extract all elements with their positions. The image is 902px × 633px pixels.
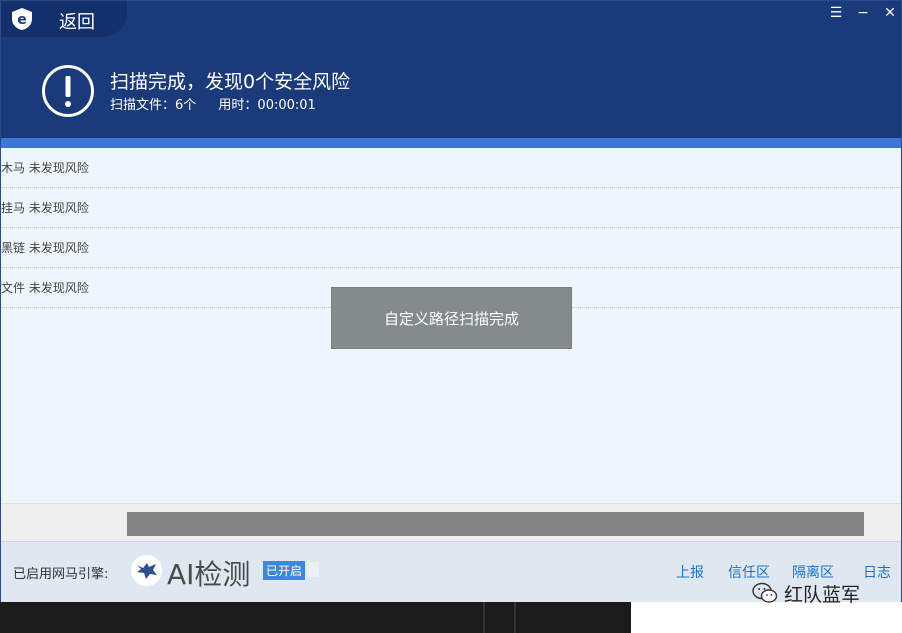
list-item: 黑链 未发现风险 xyxy=(1,228,901,268)
list-item: 木马 未发现风险 xyxy=(1,148,901,188)
toast-message: 自定义路径扫描完成 xyxy=(331,287,572,349)
minimize-icon[interactable]: − xyxy=(853,5,873,21)
menu-icon[interactable]: ☰ xyxy=(826,5,846,21)
back-button[interactable]: e 返回 xyxy=(1,1,127,37)
wechat-icon xyxy=(752,582,778,603)
scan-summary: 扫描文件：6个 用时：00:00:01 xyxy=(110,94,334,113)
watermark: 红队蓝军 xyxy=(752,578,860,608)
list-item: 挂马 未发现风险 xyxy=(1,188,901,228)
svg-text:e: e xyxy=(17,12,27,28)
files-scanned: 扫描文件：6个 xyxy=(110,98,197,113)
header: e 返回 ☰ − ✕ 扫描完成，发现0个安全风险 扫描文件：6个 用时：00:0… xyxy=(1,1,901,138)
ai-detection-label: AI检测 xyxy=(167,558,251,591)
enabled-badge[interactable]: 已开启 xyxy=(263,561,306,580)
report-link[interactable]: 上报 xyxy=(676,562,704,582)
progress-bar xyxy=(127,512,864,536)
taskbar-divider xyxy=(483,602,485,633)
elapsed-time: 用时：00:00:01 xyxy=(218,98,316,113)
result-list: 木马 未发现风险 挂马 未发现风险 黑链 未发现风险 文件 未发现风险 xyxy=(1,148,901,308)
progress-area xyxy=(1,503,901,541)
close-icon[interactable]: ✕ xyxy=(880,5,900,21)
back-label: 返回 xyxy=(59,12,95,33)
exclamation-circle-icon xyxy=(42,65,94,117)
toggle-off-area[interactable] xyxy=(307,562,319,577)
accent-bar xyxy=(1,138,901,148)
page-title: 扫描完成，发现0个安全风险 xyxy=(110,71,351,93)
wolf-logo-icon xyxy=(131,555,162,586)
shield-logo-icon: e xyxy=(12,8,32,30)
taskbar-divider xyxy=(514,602,516,633)
watermark-text: 红队蓝军 xyxy=(784,583,861,606)
progress-fill xyxy=(127,512,864,536)
log-link[interactable]: 日志 xyxy=(863,562,891,582)
engine-label: 已启用网马引擎: xyxy=(13,567,109,582)
scan-result-window: e 返回 ☰ − ✕ 扫描完成，发现0个安全风险 扫描文件：6个 用时：00:0… xyxy=(0,0,902,602)
